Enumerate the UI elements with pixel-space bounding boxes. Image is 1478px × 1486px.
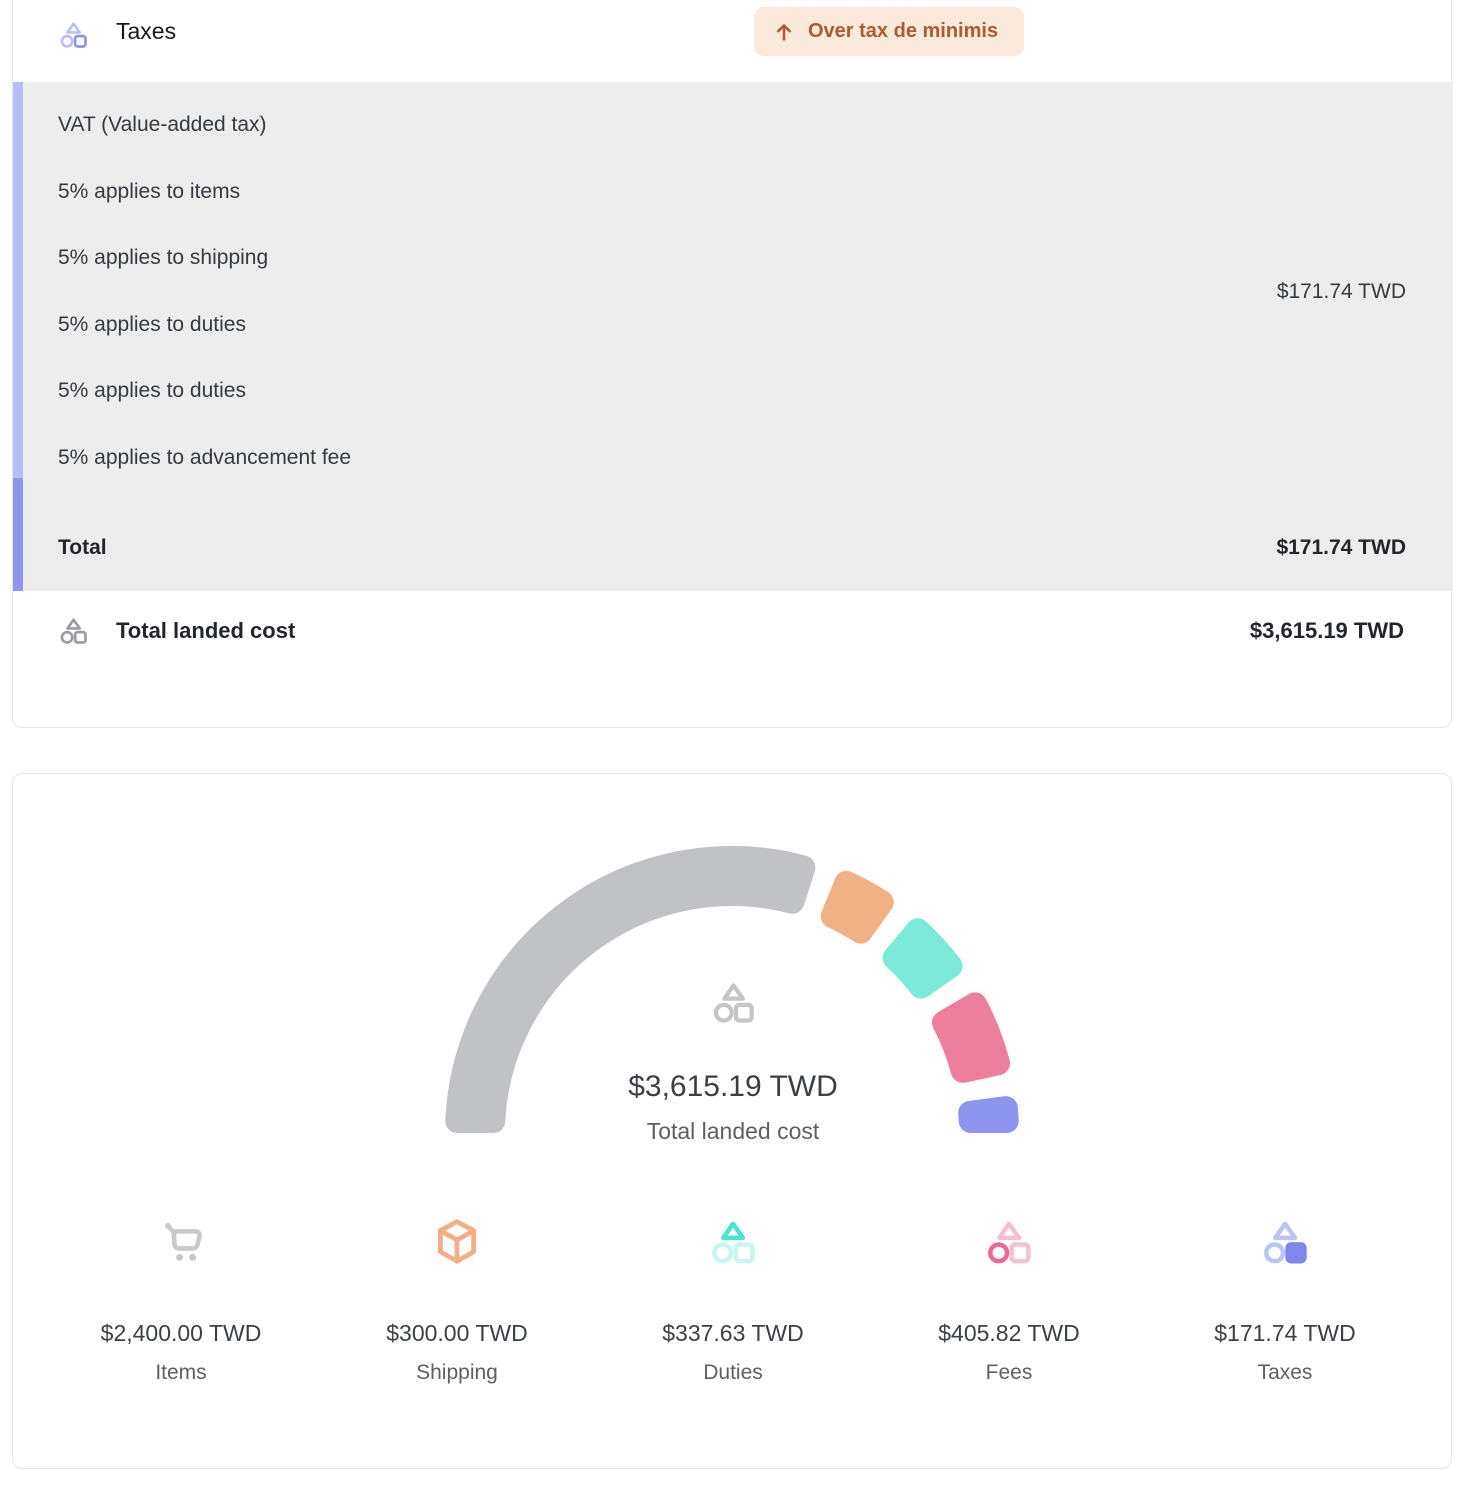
tax-detail-line: VAT (Value-added tax) (58, 111, 267, 139)
tax-detail-line: 5% applies to shipping (58, 244, 268, 272)
panel-accent-bar-dark (13, 478, 23, 591)
taxes-shapes-icon (58, 19, 89, 50)
gauge-segment-fees[interactable] (944, 1004, 998, 1070)
legend-duties[interactable]: $337.63 TWD Duties (595, 1216, 871, 1387)
landed-cost-shapes-icon (58, 615, 89, 646)
arrow-up-icon (772, 20, 796, 44)
landed-cost-label: Total landed cost (116, 618, 295, 644)
total-landed-cost-row: Total landed cost $3,615.19 TWD (13, 591, 1451, 721)
legend-items-value: $2,400.00 TWD (101, 1318, 262, 1348)
taxes-header-row[interactable]: Taxes Over tax de minimis (13, 0, 1451, 82)
legend-shipping-label: Shipping (416, 1359, 498, 1387)
shapes-icon-taxes (1260, 1216, 1310, 1272)
tax-total-label: Total (58, 534, 107, 562)
over-de-minimis-badge: Over tax de minimis (754, 7, 1024, 56)
gauge-shapes-icon (710, 978, 757, 1027)
legend-fees-value: $405.82 TWD (938, 1318, 1079, 1348)
cost-legend: $2,400.00 TWD Items $300.00 TWD Shipping (43, 1216, 1423, 1387)
shapes-icon-fees (984, 1216, 1034, 1272)
badge-label: Over tax de minimis (808, 20, 998, 43)
tax-detail-line: 5% applies to duties (58, 377, 246, 405)
cart-icon (156, 1216, 206, 1272)
legend-taxes-label: Taxes (1258, 1359, 1313, 1387)
tax-total-amount: $171.74 TWD (1276, 534, 1406, 562)
legend-taxes[interactable]: $171.74 TWD Taxes (1147, 1216, 1423, 1387)
landed-cost-amount: $3,615.19 TWD (1250, 618, 1404, 644)
taxes-title: Taxes (116, 18, 176, 45)
legend-items-label: Items (155, 1359, 206, 1387)
legend-duties-label: Duties (703, 1359, 763, 1387)
panel-accent-bar-light (13, 82, 23, 478)
gauge-total-value: $3,615.19 TWD (13, 1070, 1453, 1104)
legend-taxes-value: $171.74 TWD (1214, 1318, 1355, 1348)
gauge-segment-shipping[interactable] (833, 883, 882, 932)
taxes-card: Taxes Over tax de minimis VAT (Value-add… (12, 0, 1452, 728)
legend-items[interactable]: $2,400.00 TWD Items (43, 1216, 319, 1387)
cost-breakdown-card: $3,615.19 TWD Total landed cost $2,400.0… (12, 773, 1452, 1469)
tax-detail-amount: $171.74 TWD (1277, 278, 1406, 306)
landed-cost-page: Taxes Over tax de minimis VAT (Value-add… (0, 0, 1478, 1486)
legend-duties-value: $337.63 TWD (662, 1318, 803, 1348)
legend-fees-label: Fees (986, 1359, 1033, 1387)
package-icon (432, 1216, 482, 1272)
legend-fees[interactable]: $405.82 TWD Fees (871, 1216, 1147, 1387)
shapes-icon-duties (708, 1216, 758, 1272)
legend-shipping[interactable]: $300.00 TWD Shipping (319, 1216, 595, 1387)
tax-detail-line: 5% applies to duties (58, 311, 246, 339)
tax-detail-line: 5% applies to items (58, 178, 240, 206)
gauge-segment-duties[interactable] (895, 930, 951, 986)
legend-shipping-value: $300.00 TWD (386, 1318, 527, 1348)
taxes-detail-panel: VAT (Value-added tax) 5% applies to item… (13, 82, 1453, 591)
tax-detail-line: 5% applies to advancement fee (58, 444, 351, 472)
gauge-total-label: Total landed cost (13, 1118, 1453, 1145)
